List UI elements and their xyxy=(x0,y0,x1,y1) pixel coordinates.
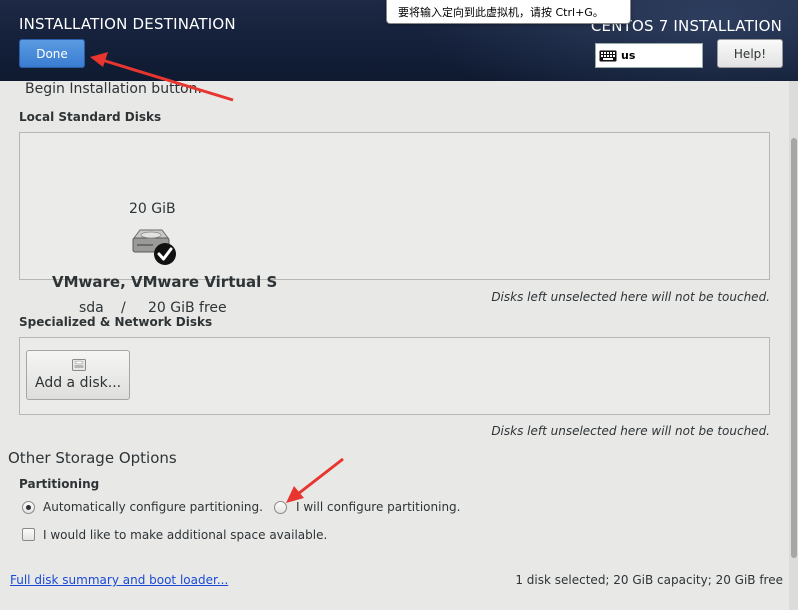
network-disks-heading: Specialized & Network Disks xyxy=(19,315,213,329)
add-disk-button[interactable]: Add a disk... xyxy=(26,350,130,400)
additional-space-label[interactable]: I would like to make additional space av… xyxy=(43,528,327,542)
scrollbar-thumb[interactable] xyxy=(791,138,797,558)
disk-add-icon xyxy=(72,359,86,371)
page-title: INSTALLATION DESTINATION xyxy=(19,15,236,33)
keyboard-icon xyxy=(599,50,617,61)
auto-partition-radio[interactable] xyxy=(22,501,35,514)
additional-space-checkbox[interactable] xyxy=(22,528,35,541)
disk-device: sda xyxy=(79,300,104,316)
partitioning-heading: Partitioning xyxy=(19,477,100,491)
local-disks-heading: Local Standard Disks xyxy=(19,110,162,124)
keyboard-layout-label: us xyxy=(621,49,636,62)
network-disks-panel xyxy=(19,337,770,415)
local-disks-note: Disks left unselected here will not be t… xyxy=(491,290,770,304)
other-storage-heading: Other Storage Options xyxy=(8,449,177,467)
network-disks-note: Disks left unselected here will not be t… xyxy=(491,424,770,438)
done-button[interactable]: Done xyxy=(19,39,85,68)
disk-summary-link[interactable]: Full disk summary and boot loader... xyxy=(10,573,228,587)
manual-partition-radio[interactable] xyxy=(274,501,287,514)
disk-name: VMware, VMware Virtual S xyxy=(52,273,278,291)
disk-free-space: 20 GiB free xyxy=(148,300,227,316)
hard-disk-selected-icon[interactable] xyxy=(128,228,178,270)
vm-input-tooltip: 要将输入定向到此虚拟机，请按 Ctrl+G。 xyxy=(386,0,631,24)
add-disk-label: Add a disk... xyxy=(35,375,122,391)
disk-separator: / xyxy=(121,300,126,316)
keyboard-layout-indicator[interactable]: us xyxy=(595,43,703,68)
help-button[interactable]: Help! xyxy=(717,39,783,68)
radio-selected-dot xyxy=(26,505,31,510)
auto-partition-label[interactable]: Automatically configure partitioning. xyxy=(43,500,263,514)
disk-size: 20 GiB xyxy=(129,201,176,217)
partial-instruction-text: Begin Installation button. xyxy=(25,81,202,97)
manual-partition-label[interactable]: I will configure partitioning. xyxy=(296,500,460,514)
vertical-scrollbar[interactable] xyxy=(789,81,798,610)
local-disks-panel: 20 GiB VMware, VMware Virtual S sda / 20… xyxy=(19,132,770,316)
main-content: Begin Installation button. Local Standar… xyxy=(0,81,798,610)
disk-selection-status: 1 disk selected; 20 GiB capacity; 20 GiB… xyxy=(515,573,783,587)
